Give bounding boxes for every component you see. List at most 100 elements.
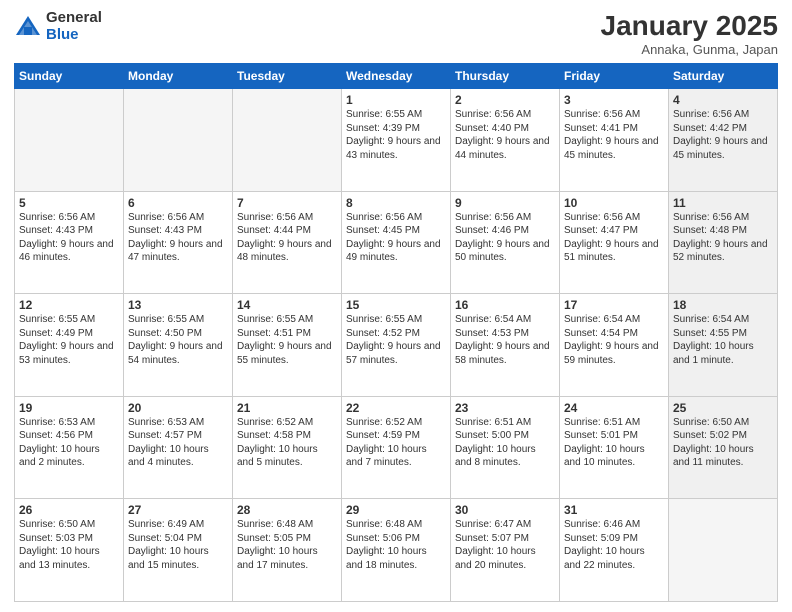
day-number: 27 (128, 503, 228, 517)
title-block: January 2025 Annaka, Gunma, Japan (601, 10, 778, 57)
weekday-monday: Monday (124, 64, 233, 89)
calendar-cell: 5Sunrise: 6:56 AMSunset: 4:43 PMDaylight… (15, 191, 124, 294)
day-number: 4 (673, 93, 773, 107)
day-info: Sunrise: 6:55 AMSunset: 4:52 PMDaylight:… (346, 313, 446, 367)
weekday-wednesday: Wednesday (342, 64, 451, 89)
week-row-3: 12Sunrise: 6:55 AMSunset: 4:49 PMDayligh… (15, 294, 778, 397)
calendar: SundayMondayTuesdayWednesdayThursdayFrid… (14, 63, 778, 602)
logo-text: General Blue (46, 10, 102, 43)
day-number: 24 (564, 401, 664, 415)
day-info: Sunrise: 6:56 AMSunset: 4:40 PMDaylight:… (455, 108, 555, 162)
day-info: Sunrise: 6:54 AMSunset: 4:55 PMDaylight:… (673, 313, 773, 367)
day-number: 16 (455, 298, 555, 312)
calendar-cell: 10Sunrise: 6:56 AMSunset: 4:47 PMDayligh… (560, 191, 669, 294)
calendar-cell: 9Sunrise: 6:56 AMSunset: 4:46 PMDaylight… (451, 191, 560, 294)
day-info: Sunrise: 6:51 AMSunset: 5:00 PMDaylight:… (455, 416, 555, 470)
calendar-cell: 29Sunrise: 6:48 AMSunset: 5:06 PMDayligh… (342, 499, 451, 602)
day-info: Sunrise: 6:56 AMSunset: 4:42 PMDaylight:… (673, 108, 773, 162)
day-info: Sunrise: 6:54 AMSunset: 4:53 PMDaylight:… (455, 313, 555, 367)
day-number: 30 (455, 503, 555, 517)
header: General Blue January 2025 Annaka, Gunma,… (14, 10, 778, 57)
day-info: Sunrise: 6:50 AMSunset: 5:02 PMDaylight:… (673, 416, 773, 470)
day-number: 9 (455, 196, 555, 210)
calendar-cell (233, 89, 342, 192)
day-number: 22 (346, 401, 446, 415)
weekday-saturday: Saturday (669, 64, 778, 89)
day-info: Sunrise: 6:55 AMSunset: 4:50 PMDaylight:… (128, 313, 228, 367)
day-info: Sunrise: 6:46 AMSunset: 5:09 PMDaylight:… (564, 518, 664, 572)
logo: General Blue (14, 10, 102, 43)
calendar-cell: 1Sunrise: 6:55 AMSunset: 4:39 PMDaylight… (342, 89, 451, 192)
week-row-4: 19Sunrise: 6:53 AMSunset: 4:56 PMDayligh… (15, 396, 778, 499)
calendar-cell: 3Sunrise: 6:56 AMSunset: 4:41 PMDaylight… (560, 89, 669, 192)
day-number: 20 (128, 401, 228, 415)
day-number: 31 (564, 503, 664, 517)
day-number: 14 (237, 298, 337, 312)
calendar-cell: 27Sunrise: 6:49 AMSunset: 5:04 PMDayligh… (124, 499, 233, 602)
calendar-cell: 16Sunrise: 6:54 AMSunset: 4:53 PMDayligh… (451, 294, 560, 397)
day-number: 17 (564, 298, 664, 312)
day-info: Sunrise: 6:56 AMSunset: 4:45 PMDaylight:… (346, 211, 446, 265)
calendar-cell: 13Sunrise: 6:55 AMSunset: 4:50 PMDayligh… (124, 294, 233, 397)
day-info: Sunrise: 6:50 AMSunset: 5:03 PMDaylight:… (19, 518, 119, 572)
day-number: 28 (237, 503, 337, 517)
calendar-cell: 11Sunrise: 6:56 AMSunset: 4:48 PMDayligh… (669, 191, 778, 294)
day-number: 7 (237, 196, 337, 210)
calendar-cell: 30Sunrise: 6:47 AMSunset: 5:07 PMDayligh… (451, 499, 560, 602)
day-number: 18 (673, 298, 773, 312)
day-info: Sunrise: 6:51 AMSunset: 5:01 PMDaylight:… (564, 416, 664, 470)
page: General Blue January 2025 Annaka, Gunma,… (0, 0, 792, 612)
day-number: 12 (19, 298, 119, 312)
day-info: Sunrise: 6:56 AMSunset: 4:44 PMDaylight:… (237, 211, 337, 265)
day-info: Sunrise: 6:48 AMSunset: 5:05 PMDaylight:… (237, 518, 337, 572)
calendar-cell: 20Sunrise: 6:53 AMSunset: 4:57 PMDayligh… (124, 396, 233, 499)
calendar-cell (124, 89, 233, 192)
day-info: Sunrise: 6:48 AMSunset: 5:06 PMDaylight:… (346, 518, 446, 572)
weekday-friday: Friday (560, 64, 669, 89)
calendar-cell: 28Sunrise: 6:48 AMSunset: 5:05 PMDayligh… (233, 499, 342, 602)
day-number: 13 (128, 298, 228, 312)
day-number: 5 (19, 196, 119, 210)
day-number: 15 (346, 298, 446, 312)
day-info: Sunrise: 6:52 AMSunset: 4:58 PMDaylight:… (237, 416, 337, 470)
calendar-cell: 17Sunrise: 6:54 AMSunset: 4:54 PMDayligh… (560, 294, 669, 397)
logo-blue: Blue (46, 27, 102, 44)
day-info: Sunrise: 6:56 AMSunset: 4:41 PMDaylight:… (564, 108, 664, 162)
month-title: January 2025 (601, 10, 778, 42)
calendar-cell: 12Sunrise: 6:55 AMSunset: 4:49 PMDayligh… (15, 294, 124, 397)
calendar-cell: 24Sunrise: 6:51 AMSunset: 5:01 PMDayligh… (560, 396, 669, 499)
day-number: 8 (346, 196, 446, 210)
calendar-cell (15, 89, 124, 192)
weekday-tuesday: Tuesday (233, 64, 342, 89)
day-number: 2 (455, 93, 555, 107)
logo-general: General (46, 10, 102, 27)
week-row-2: 5Sunrise: 6:56 AMSunset: 4:43 PMDaylight… (15, 191, 778, 294)
calendar-cell: 18Sunrise: 6:54 AMSunset: 4:55 PMDayligh… (669, 294, 778, 397)
day-info: Sunrise: 6:52 AMSunset: 4:59 PMDaylight:… (346, 416, 446, 470)
calendar-cell: 8Sunrise: 6:56 AMSunset: 4:45 PMDaylight… (342, 191, 451, 294)
week-row-1: 1Sunrise: 6:55 AMSunset: 4:39 PMDaylight… (15, 89, 778, 192)
day-number: 21 (237, 401, 337, 415)
calendar-cell: 4Sunrise: 6:56 AMSunset: 4:42 PMDaylight… (669, 89, 778, 192)
day-info: Sunrise: 6:53 AMSunset: 4:56 PMDaylight:… (19, 416, 119, 470)
calendar-cell: 25Sunrise: 6:50 AMSunset: 5:02 PMDayligh… (669, 396, 778, 499)
day-number: 3 (564, 93, 664, 107)
day-number: 10 (564, 196, 664, 210)
calendar-cell: 26Sunrise: 6:50 AMSunset: 5:03 PMDayligh… (15, 499, 124, 602)
calendar-cell: 6Sunrise: 6:56 AMSunset: 4:43 PMDaylight… (124, 191, 233, 294)
day-number: 6 (128, 196, 228, 210)
day-info: Sunrise: 6:56 AMSunset: 4:43 PMDaylight:… (19, 211, 119, 265)
calendar-cell: 31Sunrise: 6:46 AMSunset: 5:09 PMDayligh… (560, 499, 669, 602)
day-number: 1 (346, 93, 446, 107)
day-info: Sunrise: 6:49 AMSunset: 5:04 PMDaylight:… (128, 518, 228, 572)
weekday-header-row: SundayMondayTuesdayWednesdayThursdayFrid… (15, 64, 778, 89)
calendar-cell: 7Sunrise: 6:56 AMSunset: 4:44 PMDaylight… (233, 191, 342, 294)
calendar-cell: 21Sunrise: 6:52 AMSunset: 4:58 PMDayligh… (233, 396, 342, 499)
weekday-sunday: Sunday (15, 64, 124, 89)
day-info: Sunrise: 6:56 AMSunset: 4:48 PMDaylight:… (673, 211, 773, 265)
day-number: 19 (19, 401, 119, 415)
location: Annaka, Gunma, Japan (601, 42, 778, 57)
calendar-cell: 2Sunrise: 6:56 AMSunset: 4:40 PMDaylight… (451, 89, 560, 192)
day-number: 25 (673, 401, 773, 415)
day-info: Sunrise: 6:53 AMSunset: 4:57 PMDaylight:… (128, 416, 228, 470)
